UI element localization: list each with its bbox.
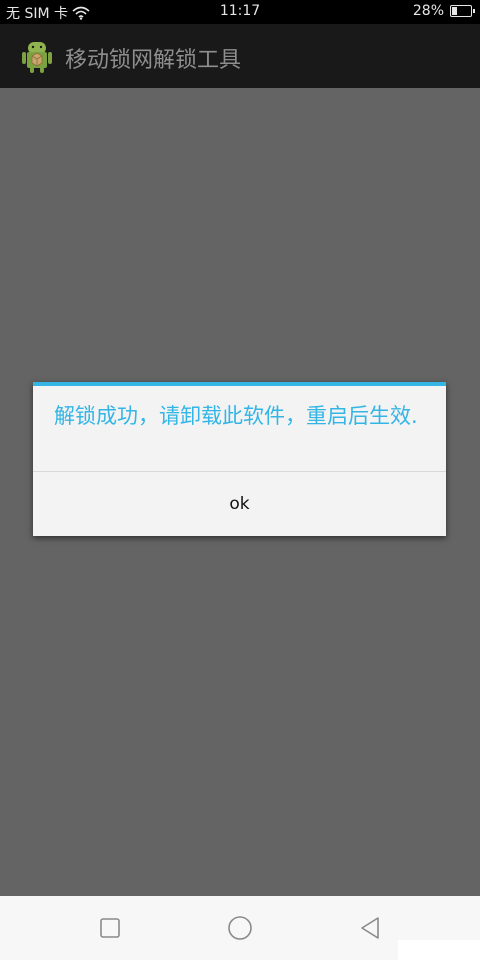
- recent-apps-button[interactable]: [80, 896, 140, 960]
- status-bar: 无 SIM 卡 11:17 28%: [0, 0, 480, 24]
- recent-apps-icon: [100, 918, 120, 938]
- screen: 无 SIM 卡 11:17 28% 移动锁网解锁工具 解锁成功，请卸载此软件，重…: [0, 0, 480, 960]
- android-app-icon: [22, 42, 52, 73]
- dialog-accent-bar: [33, 382, 446, 386]
- home-button[interactable]: [210, 896, 270, 960]
- battery-fill: [452, 7, 457, 15]
- ok-button[interactable]: ok: [33, 472, 446, 536]
- back-button[interactable]: [340, 896, 400, 960]
- battery-percent: 28%: [412, 3, 444, 19]
- nav-corner-overlay: [398, 940, 480, 960]
- dialog-message: 解锁成功，请卸载此软件，重启后生效.: [54, 404, 418, 428]
- navigation-bar: [0, 896, 480, 960]
- battery-icon: [450, 5, 475, 17]
- app-title: 移动锁网解锁工具: [65, 48, 242, 73]
- alert-dialog: 解锁成功，请卸载此软件，重启后生效. ok: [33, 382, 446, 536]
- home-icon: [228, 916, 252, 940]
- status-right: 28%: [412, 3, 475, 19]
- back-icon: [361, 917, 379, 939]
- action-bar: 移动锁网解锁工具: [0, 24, 480, 88]
- status-time: 11:17: [219, 3, 261, 19]
